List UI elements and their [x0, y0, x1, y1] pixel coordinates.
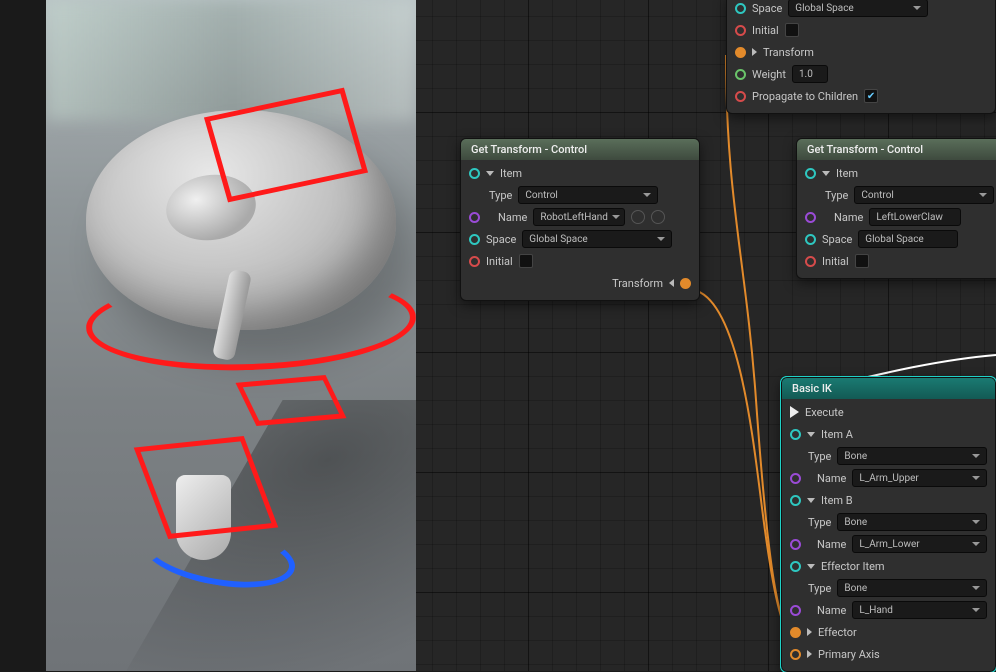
- label-space: Space: [752, 2, 782, 15]
- pin-in[interactable]: [469, 212, 480, 223]
- pin-in[interactable]: [790, 495, 801, 506]
- label-name: Name: [834, 211, 863, 224]
- dropdown-name[interactable]: LeftLowerClaw: [869, 208, 961, 226]
- collapse-icon[interactable]: [669, 279, 674, 287]
- pin-in[interactable]: [790, 649, 801, 660]
- label-item: Item: [836, 167, 858, 180]
- label-name: Name: [817, 538, 846, 551]
- pin-in[interactable]: [735, 91, 746, 102]
- pin-in[interactable]: [790, 605, 801, 616]
- pin-in[interactable]: [735, 3, 746, 14]
- label-propagate: Propagate to Children: [752, 90, 858, 103]
- pin-in[interactable]: [469, 256, 480, 267]
- pin-in[interactable]: [735, 25, 746, 36]
- pin-in-effector[interactable]: [790, 627, 801, 638]
- pin-in[interactable]: [469, 234, 480, 245]
- dropdown-type[interactable]: Bone: [837, 447, 987, 465]
- node-get-transform-control[interactable]: Get Transform - Control Item Type Contro…: [460, 138, 700, 301]
- label-name: Name: [817, 604, 846, 617]
- label-effector: Effector: [818, 626, 857, 639]
- link-icon[interactable]: [631, 210, 645, 224]
- pin-in[interactable]: [805, 256, 816, 267]
- viewport-background: [46, 0, 416, 120]
- checkbox-propagate[interactable]: ✔: [864, 89, 878, 103]
- expand-icon[interactable]: [807, 628, 812, 636]
- collapse-icon[interactable]: [822, 171, 830, 176]
- node-title: Get Transform - Control: [461, 139, 699, 160]
- node-get-transform-control[interactable]: Get Transform - Control Item Type Contro…: [796, 138, 996, 279]
- label-initial: Initial: [752, 24, 779, 37]
- label-name: Name: [817, 472, 846, 485]
- label-space: Space: [486, 233, 516, 246]
- pin-in[interactable]: [735, 69, 746, 80]
- collapse-icon[interactable]: [807, 564, 815, 569]
- node-graph[interactable]: Space Global Space Initial Transform Wei…: [416, 0, 996, 671]
- node-basic-ik[interactable]: Basic IK Execute Item A Type Bone Name L…: [781, 377, 996, 672]
- dropdown-type[interactable]: Bone: [837, 513, 987, 531]
- label-type: Type: [808, 450, 831, 463]
- collapse-icon[interactable]: [486, 171, 494, 176]
- label-item-a: Item A: [821, 428, 853, 441]
- input-weight[interactable]: 1.0: [792, 65, 828, 83]
- dropdown-name[interactable]: L_Arm_Upper: [852, 469, 987, 487]
- label-type: Type: [808, 516, 831, 529]
- collapse-icon[interactable]: [807, 432, 815, 437]
- label-type: Type: [489, 189, 512, 202]
- dropdown-name[interactable]: RobotLeftHand: [533, 208, 625, 226]
- label-execute: Execute: [805, 406, 844, 419]
- pin-exec-in[interactable]: [790, 406, 799, 418]
- label-item: Item: [500, 167, 522, 180]
- dropdown-space[interactable]: Global Space: [858, 230, 958, 248]
- dropdown-type[interactable]: Control: [518, 186, 658, 204]
- dropdown-space[interactable]: Global Space: [522, 230, 672, 248]
- node-title: Get Transform - Control: [797, 139, 996, 160]
- label-weight: Weight: [752, 68, 786, 81]
- expand-icon[interactable]: [807, 650, 812, 658]
- checkbox-initial[interactable]: [785, 23, 799, 37]
- label-initial: Initial: [822, 255, 849, 268]
- pin-in[interactable]: [805, 168, 816, 179]
- pin-in-transform[interactable]: [735, 47, 746, 58]
- viewport-3d[interactable]: [46, 0, 416, 671]
- pin-out-transform[interactable]: [680, 278, 691, 289]
- dropdown-space[interactable]: Global Space: [788, 0, 928, 17]
- label-effector-item: Effector Item: [821, 560, 885, 573]
- checkbox-initial[interactable]: [855, 254, 869, 268]
- checkbox-initial[interactable]: [519, 254, 533, 268]
- label-name: Name: [498, 211, 527, 224]
- label-space: Space: [822, 233, 852, 246]
- pin-in[interactable]: [790, 561, 801, 572]
- label-primary-axis: Primary Axis: [818, 648, 880, 661]
- label-item-b: Item B: [821, 494, 853, 507]
- pin-in[interactable]: [805, 212, 816, 223]
- dropdown-type[interactable]: Bone: [837, 579, 987, 597]
- label-initial: Initial: [486, 255, 513, 268]
- search-icon[interactable]: [651, 210, 665, 224]
- expand-icon[interactable]: [752, 48, 757, 56]
- label-transform: Transform: [763, 46, 814, 59]
- pin-in[interactable]: [805, 234, 816, 245]
- collapse-icon[interactable]: [807, 498, 815, 503]
- label-type: Type: [825, 189, 848, 202]
- control-gizmo-box[interactable]: [236, 375, 347, 426]
- dropdown-name[interactable]: L_Hand: [852, 601, 987, 619]
- label-type: Type: [808, 582, 831, 595]
- node-title: Basic IK: [782, 378, 995, 399]
- pin-in[interactable]: [790, 539, 801, 550]
- pin-in[interactable]: [469, 168, 480, 179]
- pin-in[interactable]: [790, 473, 801, 484]
- dropdown-name[interactable]: L_Arm_Lower: [852, 535, 987, 553]
- pin-in[interactable]: [790, 429, 801, 440]
- dropdown-type[interactable]: Control: [854, 186, 994, 204]
- label-transform-out: Transform: [612, 277, 663, 290]
- node-set-transform[interactable]: Space Global Space Initial Transform Wei…: [726, 0, 996, 114]
